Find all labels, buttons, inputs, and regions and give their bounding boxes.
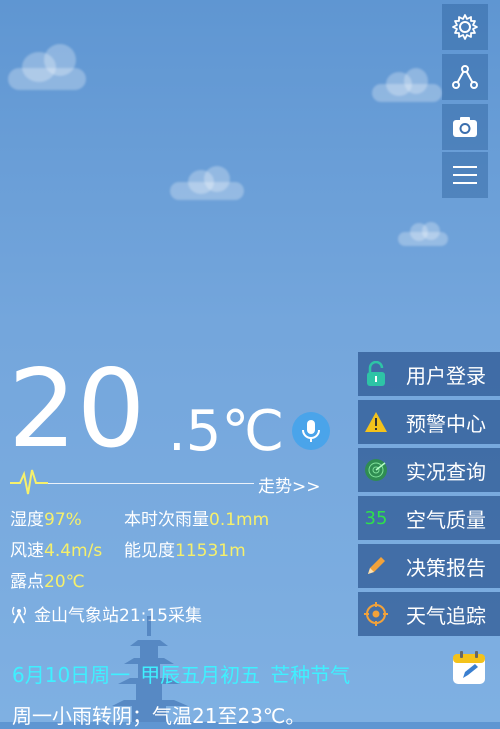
calendar-button[interactable] — [451, 650, 487, 686]
forecast-text: 周一小雨转阴；气温21至23℃。 — [12, 704, 306, 728]
menu-button[interactable] — [442, 152, 488, 198]
target-icon — [358, 592, 394, 636]
share-button[interactable] — [442, 54, 488, 100]
cloud — [170, 166, 244, 200]
menu-item-label: 用户登录 — [406, 363, 486, 388]
cloud — [8, 44, 86, 90]
menu-item-air-quality[interactable]: 35 空气质量 — [358, 496, 500, 540]
menu-item-warning[interactable]: 预警中心 — [358, 400, 500, 444]
dew-point: 露点20℃ — [10, 572, 85, 592]
calendar-icon — [453, 651, 485, 684]
cloud — [398, 222, 448, 246]
visibility: 能见度11531m — [124, 541, 246, 561]
menu-item-label: 预警中心 — [406, 411, 486, 436]
pencil-icon — [358, 544, 394, 588]
menu-item-label: 决策报告 — [406, 555, 486, 580]
menu-item-label: 实况查询 — [406, 459, 486, 484]
gear-icon — [452, 14, 478, 40]
cloud — [372, 68, 442, 102]
antenna-icon — [12, 606, 26, 623]
menu-item-tracking[interactable]: 天气追踪 — [358, 592, 500, 636]
menu-item-observation[interactable]: 实况查询 — [358, 448, 500, 492]
temperature-integer: 20 — [8, 347, 146, 472]
menu-item-report[interactable]: 决策报告 — [358, 544, 500, 588]
menu-item-label: 空气质量 — [406, 507, 486, 532]
warning-icon — [358, 400, 394, 444]
trend-link[interactable]: 走势>> — [258, 472, 321, 497]
voice-button[interactable] — [292, 412, 330, 450]
radar-icon — [358, 448, 394, 492]
rainfall: 本时次雨量0.1mm — [124, 510, 270, 530]
humidity: 湿度97% — [10, 510, 82, 530]
menu-item-login[interactable]: 用户登录 — [358, 352, 500, 396]
screenshot-button[interactable] — [442, 104, 488, 150]
lock-icon — [358, 352, 394, 396]
share-icon — [452, 65, 478, 89]
solar-term: 芒种节气 — [270, 663, 351, 687]
menu-item-label: 天气追踪 — [406, 603, 486, 628]
settings-button[interactable] — [442, 4, 488, 50]
microphone-icon — [302, 420, 320, 442]
lunar-date: 甲辰五月初五 — [140, 663, 261, 687]
wind-speed: 风速4.4m/s — [10, 541, 103, 561]
trend-divider — [48, 483, 254, 484]
aqi-badge: 35 — [364, 507, 388, 529]
solar-date: 6月10日周一 — [12, 663, 131, 687]
pulse-icon — [10, 469, 48, 495]
temperature-decimal: .5℃ — [168, 399, 285, 464]
date-line: 6月10日周一 甲辰五月初五 芒种节气 — [12, 659, 360, 688]
menu-icon — [453, 166, 477, 184]
camera-icon — [453, 117, 477, 137]
